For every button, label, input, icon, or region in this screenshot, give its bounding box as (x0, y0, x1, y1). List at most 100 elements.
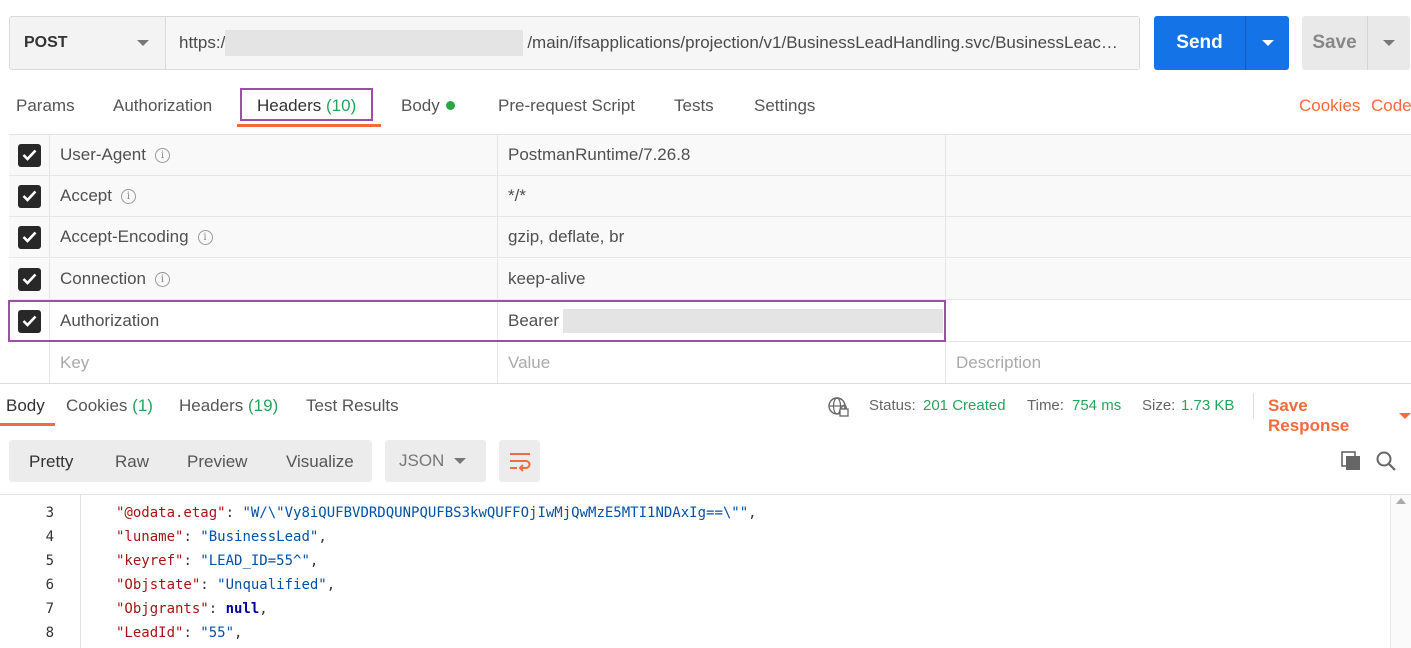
tab-tests[interactable]: Tests (674, 96, 714, 116)
new-value-input[interactable]: Value (498, 342, 946, 383)
row-checkbox-cell (9, 176, 50, 216)
code-line: "luname": "BusinessLead", (116, 529, 327, 545)
header-description-cell[interactable] (946, 301, 1411, 341)
tab-authorization[interactable]: Authorization (113, 96, 212, 116)
url-suffix: /main/ifsapplications/projection/v1/Busi… (527, 33, 1118, 52)
save-button[interactable]: Save (1302, 16, 1368, 70)
checkbox[interactable] (17, 184, 41, 208)
checkbox[interactable] (17, 143, 41, 167)
row-checkbox-cell (9, 135, 50, 175)
active-tab-underline (237, 124, 381, 127)
json-key: "LeadId" (116, 625, 184, 641)
header-value: keep-alive (508, 269, 586, 288)
tab-cookies-label: Cookies (66, 396, 128, 415)
info-icon[interactable]: i (155, 271, 171, 287)
json-value: "BusinessLead" (200, 529, 319, 545)
divider (1253, 393, 1254, 419)
checkbox[interactable] (17, 267, 41, 291)
header-key-cell[interactable]: User-Agent i (50, 135, 498, 175)
header-description-cell[interactable] (946, 259, 1411, 299)
send-options-button[interactable] (1246, 16, 1289, 70)
table-row-new: Key Value Description (9, 342, 1411, 383)
json-key: "Objstate" (116, 577, 201, 593)
format-select[interactable]: JSON (385, 440, 486, 482)
row-checkbox-cell (9, 217, 50, 257)
search-icon[interactable] (1374, 449, 1398, 473)
info-icon[interactable]: i (154, 147, 170, 163)
chevron-down-icon (137, 40, 149, 46)
chevron-down-icon (1399, 413, 1411, 419)
response-headers-count: (19) (248, 396, 279, 415)
vertical-scrollbar[interactable] (1390, 495, 1411, 648)
view-pretty-button[interactable]: Pretty (29, 452, 73, 472)
size-value[interactable]: 1.73 KB (1181, 397, 1234, 414)
response-bar: Body Cookies (1) Headers (19) Test Resul… (0, 383, 1411, 435)
send-button[interactable]: Send (1154, 16, 1246, 70)
view-raw-button[interactable]: Raw (115, 452, 149, 472)
json-value: null (225, 601, 260, 617)
header-description-cell[interactable] (946, 135, 1411, 175)
save-button-group: Save (1302, 16, 1410, 70)
view-preview-button[interactable]: Preview (187, 452, 247, 472)
json-value: "LEAD_ID=55^" (200, 553, 310, 569)
header-key: Accept (60, 186, 112, 205)
info-icon[interactable]: i (197, 229, 213, 245)
view-visualize-button[interactable]: Visualize (286, 452, 354, 472)
wrap-lines-button[interactable] (499, 440, 540, 482)
scroll-up-arrow-icon[interactable] (1396, 498, 1406, 504)
new-description-input[interactable]: Description (946, 342, 1411, 383)
tab-response-cookies[interactable]: Cookies (1) (66, 396, 153, 416)
line-number: 8 (45, 625, 54, 641)
tab-test-results[interactable]: Test Results (306, 396, 399, 416)
json-key: "keyref" (116, 553, 184, 569)
header-value-cell[interactable]: */* (498, 176, 946, 216)
header-value-cell[interactable]: PostmanRuntime/7.26.8 (498, 135, 946, 175)
tab-params[interactable]: Params (16, 96, 75, 116)
header-key-cell[interactable]: Accept-Encoding i (50, 217, 498, 257)
header-value-cell[interactable]: gzip, deflate, br (498, 217, 946, 257)
headers-tab-highlight (240, 88, 373, 121)
header-key-cell[interactable]: Connection i (50, 259, 498, 299)
header-description-cell[interactable] (946, 217, 1411, 257)
url-prefix: https:/ (179, 33, 226, 52)
tab-response-body[interactable]: Body (6, 396, 45, 416)
code-link[interactable]: Code (1371, 96, 1411, 116)
save-response-button[interactable]: Save Response (1268, 396, 1411, 436)
header-value-cell[interactable]: keep-alive (498, 259, 946, 299)
response-code-viewer[interactable]: 3 "@odata.etag": "W/\"Vy8iQUFBVDRDQUNPQU… (0, 494, 1411, 648)
globe-lock-icon[interactable] (828, 396, 850, 423)
check-icon (22, 149, 36, 161)
line-number: 5 (45, 553, 54, 569)
tab-settings[interactable]: Settings (754, 96, 815, 116)
view-mode-group: Pretty Raw Preview Visualize (9, 440, 372, 482)
header-key: Connection (60, 269, 147, 288)
status-value[interactable]: 201 Created (923, 397, 1006, 414)
status-label: Status: (869, 397, 916, 414)
tab-pre-request-script[interactable]: Pre-request Script (498, 96, 635, 116)
cookies-link[interactable]: Cookies (1299, 96, 1360, 116)
json-value: "55" (200, 625, 235, 641)
chevron-down-icon (1261, 40, 1274, 46)
tab-response-headers[interactable]: Headers (19) (179, 396, 278, 416)
active-response-tab-underline (0, 423, 55, 426)
method-select[interactable]: POST (10, 17, 166, 69)
json-key: "luname" (116, 529, 184, 545)
checkbox[interactable] (17, 225, 41, 249)
code-line: "LeadId": "55", (116, 625, 243, 641)
check-icon (22, 231, 36, 243)
chevron-down-icon (1383, 40, 1395, 46)
wrap-icon (509, 453, 530, 472)
url-input[interactable]: https:/ /main/ifsapplications/projection… (166, 17, 1139, 69)
copy-icon[interactable] (1339, 449, 1363, 473)
header-key-cell[interactable]: Accept i (50, 176, 498, 216)
code-line: "keyref": "LEAD_ID=55^", (116, 553, 319, 569)
info-icon[interactable]: i (120, 188, 136, 204)
url-bar: POST https:/ /main/ifsapplications/proje… (9, 16, 1140, 70)
json-key: "Objgrants" (116, 601, 209, 617)
save-options-button[interactable] (1368, 16, 1410, 70)
request-tabs: Params Authorization Headers (10) Body P… (0, 86, 1411, 126)
header-description-cell[interactable] (946, 176, 1411, 216)
tab-body[interactable]: Body (401, 96, 455, 116)
time-value[interactable]: 754 ms (1072, 397, 1121, 414)
new-key-input[interactable]: Key (50, 342, 498, 383)
